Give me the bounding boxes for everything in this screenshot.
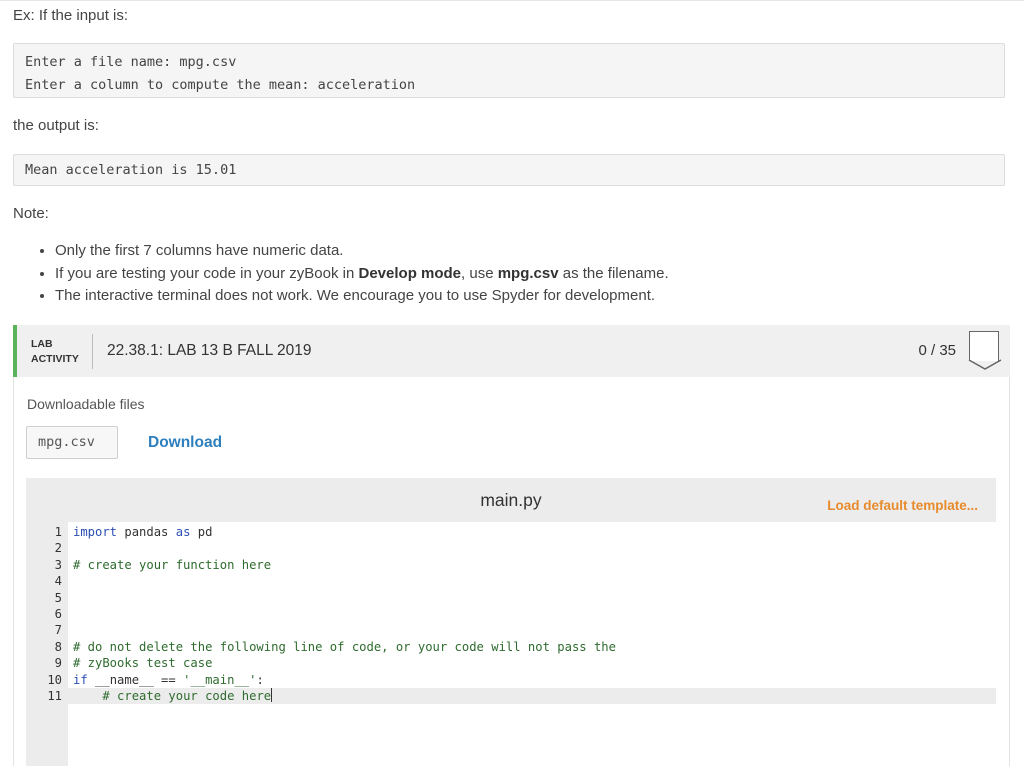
- code-line[interactable]: 1 import pandas as pd: [26, 524, 996, 540]
- lab-activity-label: LAB ACTIVITY: [31, 337, 79, 367]
- code-text-area[interactable]: 1 import pandas as pd 2 3 # create your func…: [26, 522, 996, 766]
- line-number: 1: [54, 525, 62, 539]
- downloadable-files-label: Downloadable files: [27, 396, 145, 412]
- line-number: 10: [47, 672, 62, 687]
- code-text[interactable]: import pandas as pd: [73, 524, 212, 540]
- note-label: Note:: [13, 205, 49, 222]
- lab-activity-header: LAB ACTIVITY 22.38.1: LAB 13 B FALL 2019…: [13, 325, 1010, 377]
- line-number: 2: [54, 541, 62, 556]
- input-line-2: Enter a column to compute the mean: acce…: [25, 77, 416, 93]
- line-number: 5: [54, 590, 62, 605]
- code-line[interactable]: 6: [26, 606, 996, 622]
- line-number: 11: [47, 689, 62, 703]
- line-number: 8: [54, 639, 62, 654]
- notes-list: Only the first 7 columns have numeric da…: [13, 240, 669, 308]
- input-line-1: Enter a file name: mpg.csv: [25, 54, 237, 70]
- code-text[interactable]: # do not delete the following line of co…: [73, 639, 616, 655]
- line-number: 4: [54, 574, 62, 589]
- note-emphasis: mpg.csv: [497, 264, 559, 282]
- note-item: Only the first 7 columns have numeric da…: [55, 240, 669, 263]
- top-divider: [0, 0, 1024, 1]
- note-text: as the filename.: [558, 264, 669, 282]
- code-line[interactable]: 4: [26, 573, 996, 589]
- line-number: 7: [54, 623, 62, 638]
- example-input-box: Enter a file name: mpg.csv Enter a colum…: [13, 43, 1005, 98]
- output-intro: the output is:: [13, 117, 99, 134]
- code-line[interactable]: 5: [26, 590, 996, 606]
- code-line[interactable]: 3 # create your function here: [26, 557, 996, 573]
- code-text[interactable]: # create your function here: [73, 557, 271, 573]
- code-editor: main.py Load default template... 1 import…: [26, 478, 996, 766]
- code-text[interactable]: # create your code here: [73, 688, 273, 704]
- lab-label-line2: ACTIVITY: [31, 353, 79, 365]
- download-link[interactable]: Download: [148, 434, 222, 452]
- line-number: 3: [54, 557, 62, 572]
- example-output-box: Mean acceleration is 15.01: [13, 154, 1005, 186]
- code-line[interactable]: 7: [26, 622, 996, 638]
- note-text: If you are testing your code in your zyB…: [55, 264, 359, 282]
- line-number: 9: [54, 656, 62, 671]
- lab-header-divider: [92, 334, 93, 369]
- note-text: The interactive terminal does not work. …: [55, 287, 656, 304]
- code-line[interactable]: 8 # do not delete the following line of c…: [26, 639, 996, 655]
- lab-title: 22.38.1: LAB 13 B FALL 2019: [107, 342, 312, 359]
- code-line[interactable]: 11 # create your code here: [26, 688, 996, 705]
- code-text[interactable]: # zyBooks test case: [73, 655, 212, 671]
- file-name-chip: mpg.csv: [26, 426, 118, 459]
- code-line[interactable]: 2: [26, 540, 996, 556]
- lab-score: 0 / 35: [918, 342, 956, 359]
- note-text: , use: [461, 264, 498, 282]
- code-line[interactable]: 9 # zyBooks test case: [26, 655, 996, 671]
- badge-chevron-icon: [968, 359, 1002, 370]
- lab-label-line1: LAB: [31, 338, 53, 350]
- completion-badge-icon: [968, 331, 1002, 370]
- line-number: 6: [54, 607, 62, 621]
- text-cursor: [271, 688, 273, 702]
- code-text[interactable]: if __name__ == '__main__':: [73, 672, 264, 688]
- code-line[interactable]: 10 if __name__ == '__main__':: [26, 672, 996, 688]
- note-emphasis: Develop mode: [358, 264, 462, 282]
- example-intro: Ex: If the input is:: [13, 7, 129, 24]
- load-default-template-link[interactable]: Load default template...: [827, 498, 978, 513]
- note-item: The interactive terminal does not work. …: [55, 285, 669, 308]
- output-line-1: Mean acceleration is 15.01: [25, 162, 237, 178]
- note-item: If you are testing your code in your zyB…: [55, 263, 669, 286]
- note-text: Only the first 7 columns have numeric da…: [55, 242, 344, 259]
